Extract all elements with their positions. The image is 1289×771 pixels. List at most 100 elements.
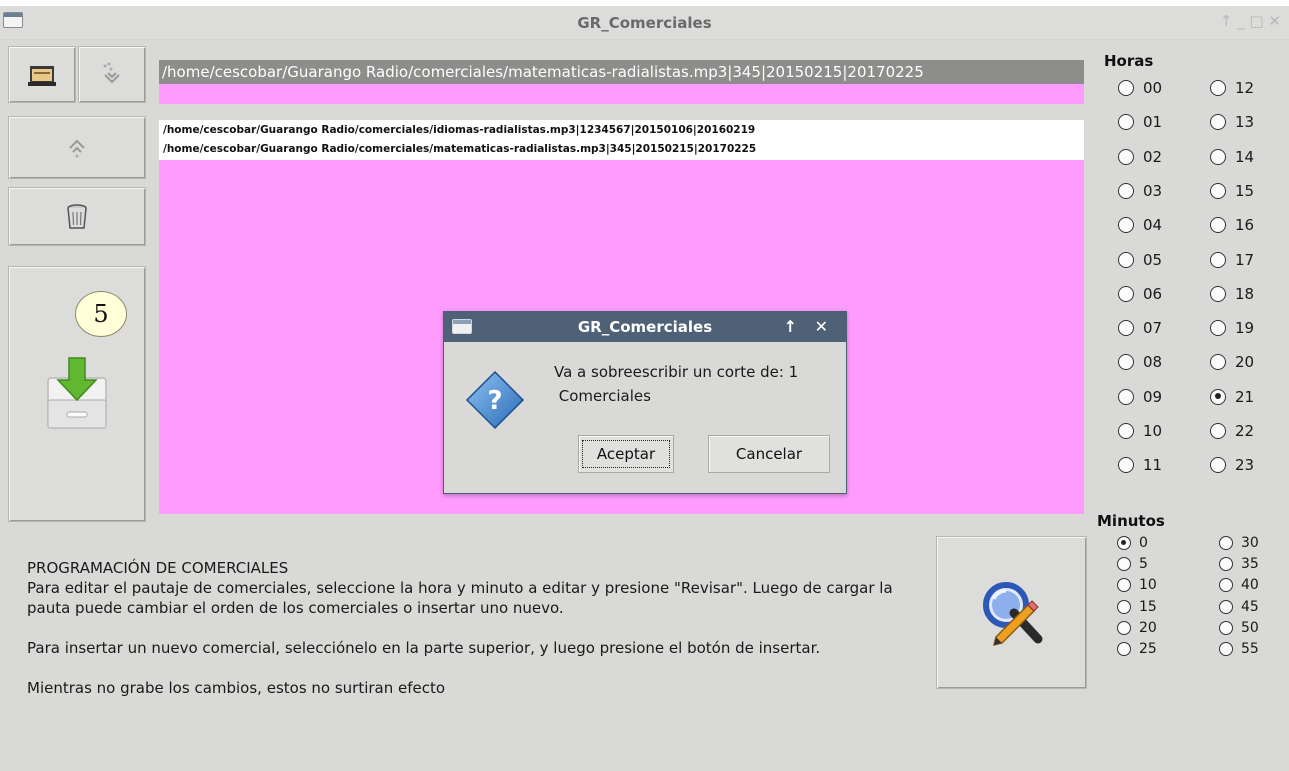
instructions-paragraph: Para insertar un nuevo comercial, selecc… <box>27 639 821 657</box>
window-title: GR_Comerciales <box>577 14 712 32</box>
horas-radio-02[interactable]: 02 <box>1118 148 1162 166</box>
horas-radio-03[interactable]: 03 <box>1118 182 1162 200</box>
radio-circle <box>1210 388 1226 405</box>
horas-radio-05[interactable]: 05 <box>1118 251 1162 269</box>
horas-radio-17[interactable]: 17 <box>1210 251 1254 269</box>
horas-radio-14[interactable]: 14 <box>1210 148 1254 166</box>
radio-label: 20 <box>1235 353 1255 372</box>
horas-radio-10[interactable]: 10 <box>1118 422 1162 440</box>
radio-label: 18 <box>1235 284 1255 303</box>
open-folder-button[interactable] <box>8 46 76 103</box>
accept-button[interactable]: Aceptar <box>578 435 674 473</box>
delete-button[interactable] <box>8 187 146 246</box>
insert-drawer-icon <box>47 357 107 429</box>
minutos-label: Minutos <box>1097 512 1165 530</box>
minutos-radio-25[interactable]: 25 <box>1117 641 1157 657</box>
radio-label: 23 <box>1235 456 1255 475</box>
radio-label: 25 <box>1139 641 1157 657</box>
minutos-radio-20[interactable]: 20 <box>1117 620 1157 636</box>
radio-circle <box>1118 457 1134 474</box>
radio-label: 15 <box>1139 598 1157 615</box>
move-up-button[interactable] <box>8 116 146 179</box>
radio-circle <box>1118 320 1134 337</box>
move-down-button[interactable] <box>78 46 146 103</box>
radio-label: 55 <box>1241 641 1259 657</box>
radio-label: 20 <box>1139 619 1157 636</box>
accept-label: Aceptar <box>581 440 671 468</box>
arrow-up-icon <box>69 139 85 157</box>
confirm-dialog: GR_Comerciales ↑ ✕ ? Va a sobreescribir … <box>443 311 847 494</box>
revisar-button[interactable] <box>936 536 1087 689</box>
radio-label: 10 <box>1143 422 1163 440</box>
radio-label: 00 <box>1143 79 1163 97</box>
radio-circle <box>1117 536 1131 550</box>
radio-label: 22 <box>1235 422 1255 440</box>
radio-label: 08 <box>1143 353 1163 372</box>
horas-radio-20[interactable]: 20 <box>1210 353 1254 371</box>
horas-radio-18[interactable]: 18 <box>1210 285 1254 303</box>
minutos-radio-10[interactable]: 10 <box>1117 577 1157 593</box>
radio-label: 06 <box>1143 284 1163 303</box>
horas-radio-09[interactable]: 09 <box>1118 388 1162 406</box>
minutos-radio-15[interactable]: 15 <box>1117 599 1157 615</box>
radio-label: 21 <box>1235 387 1255 406</box>
horas-radio-19[interactable]: 19 <box>1210 319 1254 337</box>
horas-radio-07[interactable]: 07 <box>1118 319 1162 337</box>
radio-circle <box>1210 114 1226 131</box>
horas-radio-01[interactable]: 01 <box>1118 113 1162 131</box>
radio-circle <box>1219 536 1233 550</box>
search-edit-icon <box>982 581 1042 646</box>
radio-label: 07 <box>1143 319 1163 338</box>
horas-radio-00[interactable]: 00 <box>1118 79 1162 97</box>
horas-radio-23[interactable]: 23 <box>1210 456 1254 474</box>
minutos-radio-55[interactable]: 55 <box>1219 641 1259 657</box>
list-item[interactable]: /home/cescobar/Guarango Radio/comerciale… <box>159 140 1084 159</box>
minutos-radio-50[interactable]: 50 <box>1219 620 1259 636</box>
minutos-radio-35[interactable]: 35 <box>1219 556 1259 572</box>
radio-circle <box>1118 114 1134 131</box>
selected-file-path: /home/cescobar/Guarango Radio/comerciale… <box>159 60 1084 84</box>
radio-label: 13 <box>1235 113 1255 132</box>
radio-circle <box>1117 557 1131 572</box>
radio-circle <box>1210 320 1226 337</box>
minutos-radio-0[interactable]: 0 <box>1117 535 1148 551</box>
horas-radio-12[interactable]: 12 <box>1210 79 1254 97</box>
instructions: PROGRAMACIÓN DE COMERCIALES Para editar … <box>27 558 907 718</box>
radio-circle <box>1118 217 1134 234</box>
horas-radio-13[interactable]: 13 <box>1210 113 1254 131</box>
radio-label: 03 <box>1143 181 1163 200</box>
list-item[interactable]: /home/cescobar/Guarango Radio/comerciale… <box>159 121 1084 140</box>
radio-circle <box>1118 251 1134 268</box>
cancel-button[interactable]: Cancelar <box>708 435 830 473</box>
radio-label: 50 <box>1241 619 1259 636</box>
radio-label: 17 <box>1235 250 1255 269</box>
radio-circle <box>1219 620 1233 635</box>
horas-radio-22[interactable]: 22 <box>1210 422 1254 440</box>
minutos-radio-30[interactable]: 30 <box>1219 535 1259 551</box>
horas-radio-16[interactable]: 16 <box>1210 216 1254 234</box>
horas-radio-06[interactable]: 06 <box>1118 285 1162 303</box>
radio-circle <box>1210 80 1226 96</box>
window-controls[interactable]: ↑ _ □ ✕ <box>1220 12 1281 30</box>
horas-radio-08[interactable]: 08 <box>1118 353 1162 371</box>
radio-circle <box>1117 578 1131 593</box>
trash-icon <box>67 203 87 229</box>
radio-circle <box>1210 285 1226 302</box>
minutos-radio-5[interactable]: 5 <box>1117 556 1148 572</box>
instructions-title: PROGRAMACIÓN DE COMERCIALES <box>27 559 289 577</box>
dialog-title-bar: GR_Comerciales ↑ ✕ <box>444 312 846 342</box>
radio-label: 01 <box>1143 113 1163 132</box>
radio-label: 16 <box>1235 216 1255 235</box>
minutos-radio-40[interactable]: 40 <box>1219 577 1259 593</box>
minutos-radio-45[interactable]: 45 <box>1219 599 1259 615</box>
horas-radio-11[interactable]: 11 <box>1118 456 1162 474</box>
horas-radio-04[interactable]: 04 <box>1118 216 1162 234</box>
dialog-controls[interactable]: ↑ ✕ <box>784 317 834 336</box>
radio-circle <box>1117 620 1131 635</box>
horas-radio-15[interactable]: 15 <box>1210 182 1254 200</box>
horas-label: Horas <box>1104 52 1154 70</box>
radio-label: 05 <box>1143 250 1163 269</box>
title-bar: GR_Comerciales ↑ _ □ ✕ <box>0 6 1289 40</box>
radio-label: 09 <box>1143 387 1163 406</box>
horas-radio-21[interactable]: 21 <box>1210 388 1254 406</box>
